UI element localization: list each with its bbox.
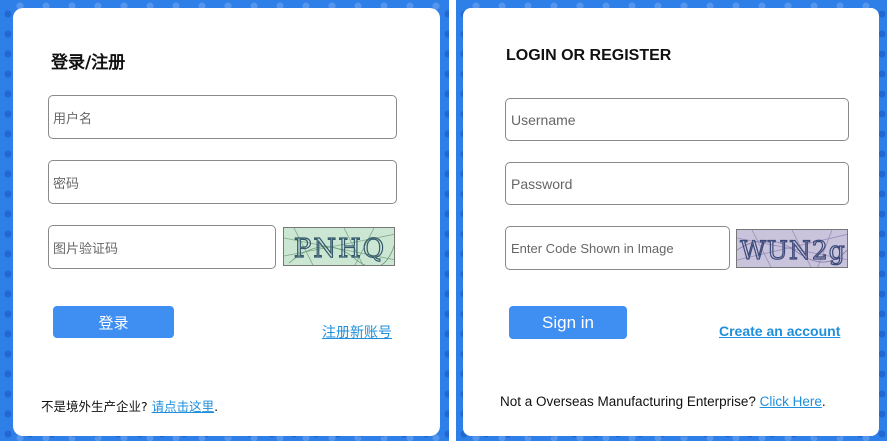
captcha-text: WUN2g — [740, 236, 846, 265]
captcha-placeholder: Enter Code Shown in Image — [511, 240, 674, 256]
footer-text: 不是境外生产企业? — [41, 399, 148, 414]
create-account-link[interactable]: Create an account — [719, 323, 840, 339]
captcha-image[interactable]: PNHQ — [283, 227, 395, 266]
captcha-input[interactable]: 图片验证码 — [48, 225, 276, 269]
login-panel-english: LOGIN OR REGISTER Username Password Ente… — [456, 0, 887, 441]
captcha-input[interactable]: Enter Code Shown in Image — [505, 226, 730, 270]
footer-notice: 不是境外生产企业? 请点击这里. — [41, 396, 218, 415]
create-account-link[interactable]: 注册新账号 — [322, 322, 392, 342]
sign-in-button[interactable]: Sign in — [509, 306, 627, 339]
click-here-link[interactable]: 请点击这里 — [152, 399, 215, 414]
password-placeholder: Password — [511, 175, 573, 192]
captcha-placeholder: 图片验证码 — [53, 241, 119, 257]
username-input[interactable]: 用户名 — [48, 95, 397, 139]
form-title: LOGIN OR REGISTER — [506, 47, 672, 64]
password-input[interactable]: 密码 — [48, 160, 397, 204]
password-input[interactable]: Password — [505, 162, 849, 205]
captcha-noise-graphic: WUN2g — [737, 230, 847, 267]
captcha-text: PNHQ — [294, 234, 386, 264]
username-placeholder: Username — [511, 111, 576, 128]
click-here-link[interactable]: Click Here — [760, 394, 822, 409]
captcha-noise-graphic: PNHQ — [284, 228, 394, 265]
username-input[interactable]: Username — [505, 98, 849, 141]
login-card: 登录/注册 用户名 密码 图片验证码 PNHQ 登录 注册新账号 不是境外生产企… — [13, 8, 440, 436]
footer-notice: Not a Overseas Manufacturing Enterprise?… — [500, 394, 826, 409]
login-button[interactable]: 登录 — [53, 306, 174, 338]
footer-period: . — [821, 394, 826, 409]
password-placeholder: 密码 — [53, 176, 80, 192]
form-title: 登录/注册 — [51, 53, 126, 73]
footer-period: . — [214, 399, 219, 414]
login-panel-chinese: 登录/注册 用户名 密码 图片验证码 PNHQ 登录 注册新账号 不是境外生产企… — [0, 0, 449, 441]
footer-text: Not a Overseas Manufacturing Enterprise? — [500, 394, 756, 409]
login-card: LOGIN OR REGISTER Username Password Ente… — [463, 8, 879, 436]
captcha-image[interactable]: WUN2g — [736, 229, 848, 268]
username-placeholder: 用户名 — [53, 111, 93, 127]
